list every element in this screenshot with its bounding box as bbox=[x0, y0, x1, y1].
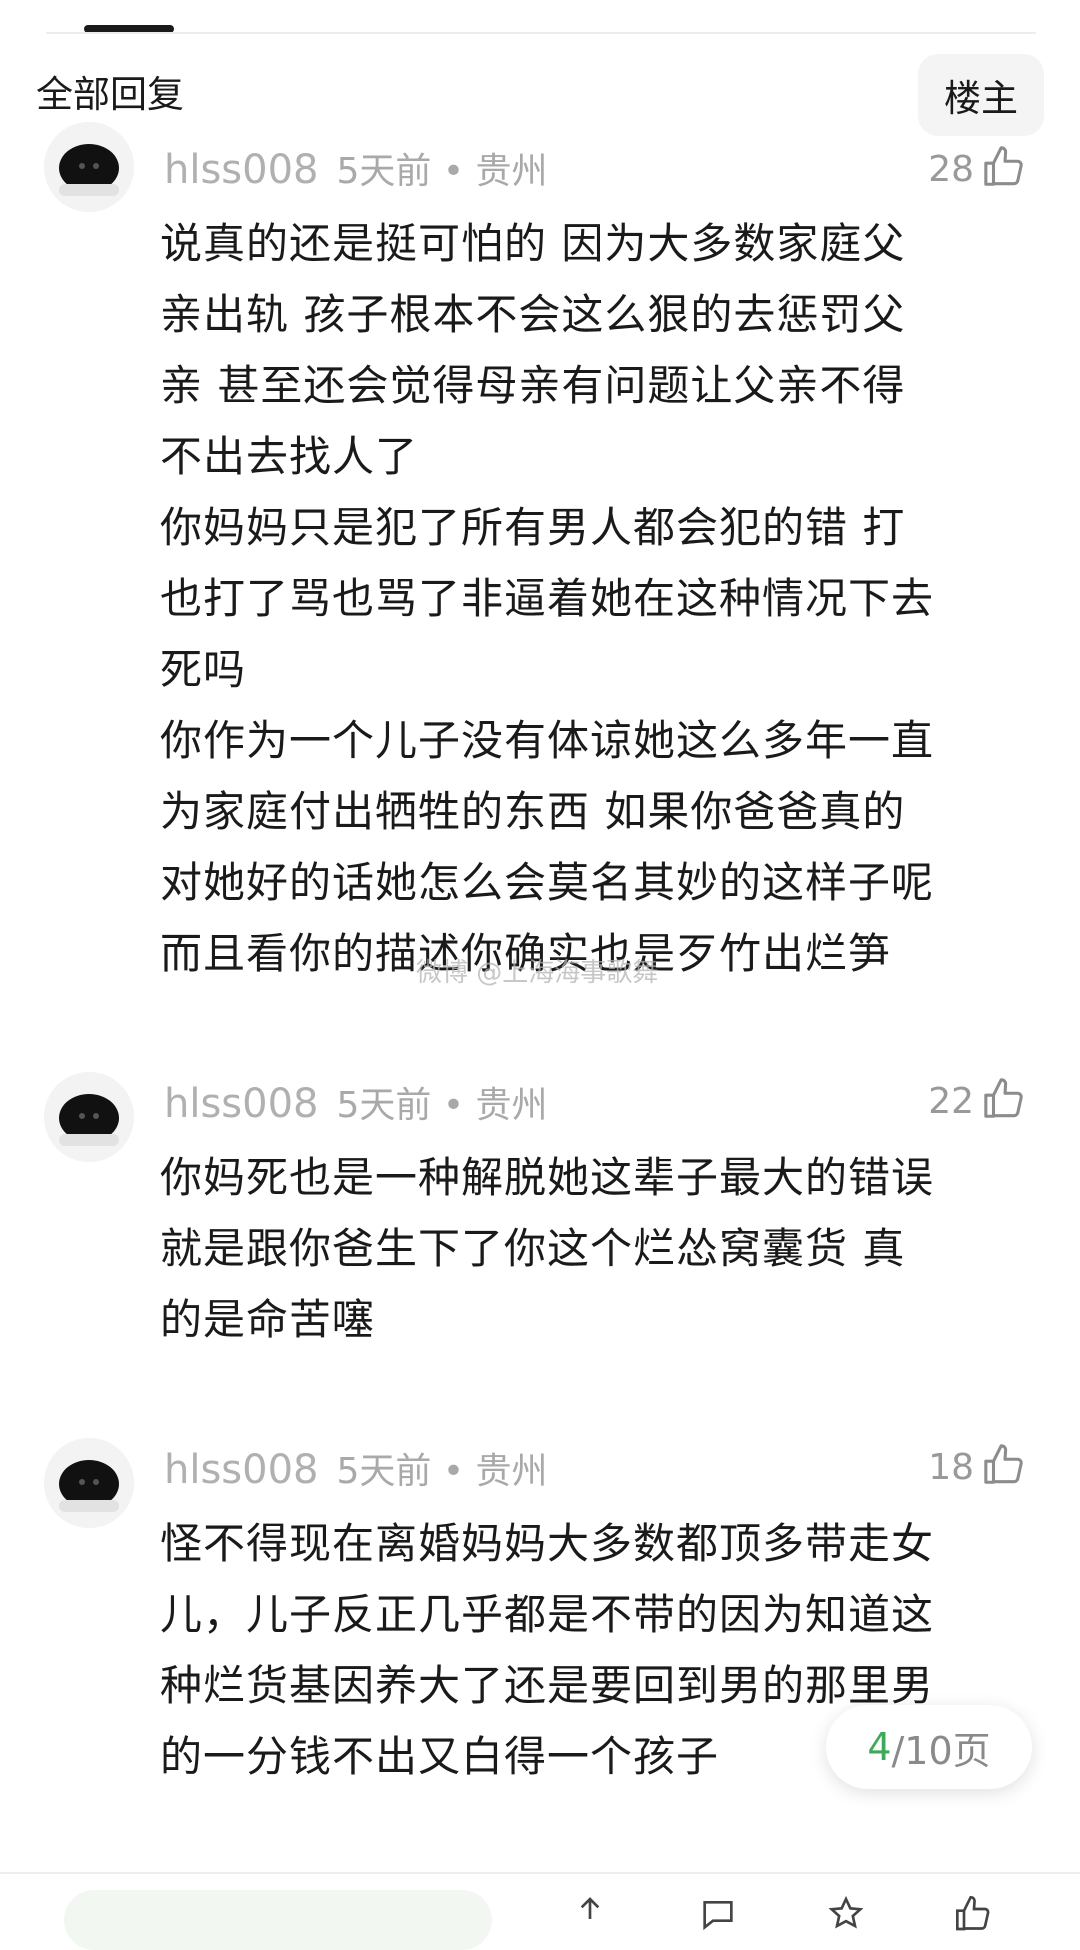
username[interactable]: hlss008 bbox=[164, 1081, 319, 1127]
star-icon[interactable] bbox=[826, 1894, 866, 1934]
comment-text: 说真的还是挺可怕的 因为大多数家庭父 亲出轨 孩子根本不会这么狠的去惩罚父 亲 … bbox=[160, 219, 935, 978]
avatar[interactable] bbox=[44, 1438, 134, 1528]
thumbs-up-icon bbox=[982, 1076, 1028, 1126]
avatar[interactable] bbox=[44, 1072, 134, 1162]
time-location: 5天前 • 贵州 bbox=[336, 151, 548, 192]
time-location: 5天前 • 贵州 bbox=[336, 1085, 548, 1126]
comment-icon[interactable] bbox=[698, 1894, 738, 1934]
watermark: 微博 @上海海事歌舞 bbox=[416, 958, 659, 988]
time-location: 5天前 • 贵州 bbox=[336, 1451, 548, 1492]
like-button[interactable]: 18 bbox=[928, 1442, 1028, 1492]
page-current: 4 bbox=[867, 1725, 892, 1769]
username[interactable]: hlss008 bbox=[164, 1447, 319, 1493]
reply-input[interactable] bbox=[64, 1890, 492, 1950]
pagination-button[interactable]: 4/10页 bbox=[826, 1705, 1032, 1789]
comment-meta: hlss008 5天前 • 贵州 bbox=[164, 144, 548, 198]
bottom-action-icons bbox=[570, 1894, 994, 1934]
comment-meta: hlss008 5天前 • 贵州 bbox=[164, 1078, 548, 1132]
bottom-bar-divider bbox=[0, 1872, 1080, 1874]
comment-text: 你妈死也是一种解脱她这辈子最大的错误 就是跟你爸生下了你这个烂怂窝囊货 真 的是… bbox=[160, 1153, 935, 1344]
tab-all-replies[interactable]: 全部回复 bbox=[36, 70, 184, 120]
like-count: 18 bbox=[928, 1446, 974, 1488]
thumbs-up-icon bbox=[982, 144, 1028, 194]
like-button[interactable]: 28 bbox=[928, 144, 1028, 194]
thumbs-up-icon bbox=[982, 1442, 1028, 1492]
like-bottom-icon[interactable] bbox=[954, 1894, 994, 1934]
page-total: /10页 bbox=[891, 1728, 991, 1773]
like-count: 28 bbox=[928, 148, 974, 190]
share-icon[interactable] bbox=[570, 1894, 610, 1934]
avatar[interactable] bbox=[44, 122, 134, 212]
like-count: 22 bbox=[928, 1080, 974, 1122]
op-only-button[interactable]: 楼主 bbox=[918, 54, 1044, 136]
like-button[interactable]: 22 bbox=[928, 1076, 1028, 1126]
header-divider bbox=[46, 32, 1036, 34]
username[interactable]: hlss008 bbox=[164, 147, 319, 193]
comment-meta: hlss008 5天前 • 贵州 bbox=[164, 1444, 548, 1498]
